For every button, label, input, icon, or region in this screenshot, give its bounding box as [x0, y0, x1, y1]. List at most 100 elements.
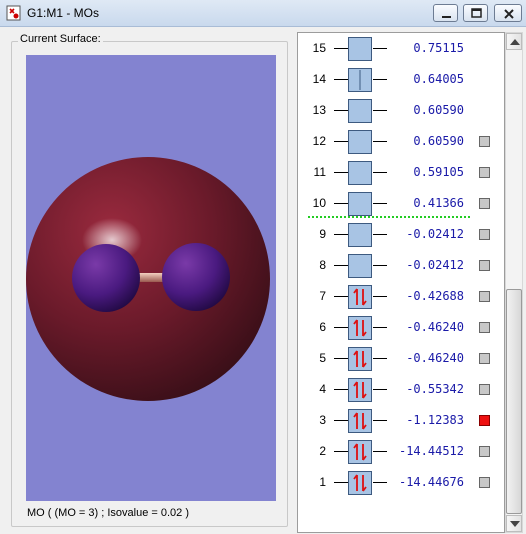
surface-toggle-checkbox[interactable]: [479, 167, 490, 178]
orbital-level-box[interactable]: [348, 347, 372, 371]
mo-energy: -0.42688: [406, 289, 464, 303]
window-title: G1:M1 - MOs: [27, 6, 100, 20]
mo-energy: -14.44512: [398, 444, 464, 458]
mo-row[interactable]: 5 -0.46240: [298, 343, 504, 374]
surface-toggle-checkbox[interactable]: [479, 353, 490, 364]
surface-toggle-checkbox[interactable]: [479, 446, 490, 457]
electron-pair-icon: [353, 288, 367, 306]
level-line-right: [373, 79, 387, 80]
atom-left: [72, 244, 140, 312]
orbital-level-box[interactable]: [348, 161, 372, 185]
scroll-down-button[interactable]: [506, 515, 522, 532]
mo-energy: -0.02412: [406, 227, 464, 241]
level-line-left: [334, 234, 348, 235]
surface-toggle-checkbox[interactable]: [479, 229, 490, 240]
level-line-right: [373, 327, 387, 328]
electron-pair-icon: [353, 319, 367, 337]
maximize-icon: [471, 8, 482, 18]
surface-toggle-checkbox[interactable]: [479, 415, 490, 426]
minimize-button[interactable]: [433, 4, 458, 22]
orbital-level-box[interactable]: [348, 37, 372, 61]
vertical-scrollbar[interactable]: [505, 32, 523, 533]
surface-toggle-checkbox[interactable]: [479, 384, 490, 395]
level-line-right: [373, 110, 387, 111]
mo-number: 11: [313, 165, 326, 179]
surface-toggle-checkbox[interactable]: [479, 477, 490, 488]
level-line-right: [373, 172, 387, 173]
gaussview-app-icon: [6, 5, 21, 21]
mo-energy: -0.46240: [406, 351, 464, 365]
mo-row[interactable]: 14 0.64005: [298, 64, 504, 95]
maximize-button[interactable]: [463, 4, 488, 22]
mo-row[interactable]: 7 -0.42688: [298, 281, 504, 312]
mo-energy: -0.55342: [406, 382, 464, 396]
mo-energy: 0.60590: [413, 134, 464, 148]
mo-row[interactable]: 8 -0.02412: [298, 250, 504, 281]
surface-toggle-checkbox[interactable]: [479, 322, 490, 333]
mo-row[interactable]: 13 0.60590: [298, 95, 504, 126]
electron-pair-icon: [353, 412, 367, 430]
surface-toggle-checkbox[interactable]: [479, 136, 490, 147]
level-line-left: [334, 389, 348, 390]
mo-number: 4: [319, 382, 326, 396]
scroll-thumb[interactable]: [506, 289, 522, 514]
electron-pair-icon: [353, 350, 367, 368]
mo-list-panel[interactable]: 15 0.75115 14 0.64005 13 0.60590 12 0.60590 11 0.…: [297, 32, 505, 533]
orbital-level-box[interactable]: [348, 471, 372, 495]
mo-number: 7: [319, 289, 326, 303]
mo-row[interactable]: 1 -14.44676: [298, 467, 504, 498]
orbital-level-box[interactable]: [348, 285, 372, 309]
scroll-up-button[interactable]: [506, 33, 522, 50]
close-button[interactable]: [494, 4, 522, 22]
mo-number: 10: [312, 196, 326, 210]
orbital-level-box[interactable]: [348, 440, 372, 464]
level-line-left: [334, 110, 348, 111]
orbital-level-box[interactable]: [348, 192, 372, 216]
orbital-level-box[interactable]: [348, 223, 372, 247]
orbital-level-box[interactable]: [348, 378, 372, 402]
orbital-level-box[interactable]: [348, 99, 372, 123]
level-line-right: [373, 203, 387, 204]
level-line-right: [373, 48, 387, 49]
mo-number: 2: [319, 444, 326, 458]
mo-row[interactable]: 15 0.75115: [298, 33, 504, 64]
mo-row[interactable]: 10 0.41366: [298, 188, 504, 219]
mo-number: 9: [319, 227, 326, 241]
surface-toggle-checkbox[interactable]: [479, 260, 490, 271]
close-icon: [504, 9, 514, 19]
electron-pair-icon: [353, 443, 367, 461]
mo-row[interactable]: 6 -0.46240: [298, 312, 504, 343]
electron-pair-icon: [353, 381, 367, 399]
orbital-level-box[interactable]: [348, 254, 372, 278]
orbital-level-box[interactable]: [348, 316, 372, 340]
mo-energy: -0.02412: [406, 258, 464, 272]
orbital-level-box[interactable]: [348, 409, 372, 433]
mo-row[interactable]: 9 -0.02412: [298, 219, 504, 250]
mo-row[interactable]: 12 0.60590: [298, 126, 504, 157]
level-line-right: [373, 234, 387, 235]
level-line-left: [334, 48, 348, 49]
mo-number: 6: [319, 320, 326, 334]
level-line-right: [373, 482, 387, 483]
mo-row[interactable]: 4 -0.55342: [298, 374, 504, 405]
level-line-left: [334, 482, 348, 483]
mo-number: 14: [312, 72, 326, 86]
mo-row[interactable]: 2 -14.44512: [298, 436, 504, 467]
molecule-viewport[interactable]: [26, 55, 276, 501]
mo-row[interactable]: 11 0.59105: [298, 157, 504, 188]
level-line-right: [373, 389, 387, 390]
surface-toggle-checkbox[interactable]: [479, 198, 490, 209]
orbital-level-box[interactable]: [348, 130, 372, 154]
mo-row[interactable]: 3 -1.12383: [298, 405, 504, 436]
surface-toggle-checkbox[interactable]: [479, 291, 490, 302]
minimize-icon: [442, 16, 451, 18]
mo-number: 3: [319, 413, 326, 427]
orbital-level-box[interactable]: [348, 68, 372, 92]
level-line-left: [334, 141, 348, 142]
mo-number: 12: [312, 134, 326, 148]
mo-number: 13: [312, 103, 326, 117]
current-surface-label: Current Surface:: [18, 33, 103, 45]
title-bar[interactable]: G1:M1 - MOs: [0, 0, 526, 27]
level-line-left: [334, 203, 348, 204]
surface-caption: MO ( (MO = 3) ; Isovalue = 0.02 ): [27, 507, 189, 519]
